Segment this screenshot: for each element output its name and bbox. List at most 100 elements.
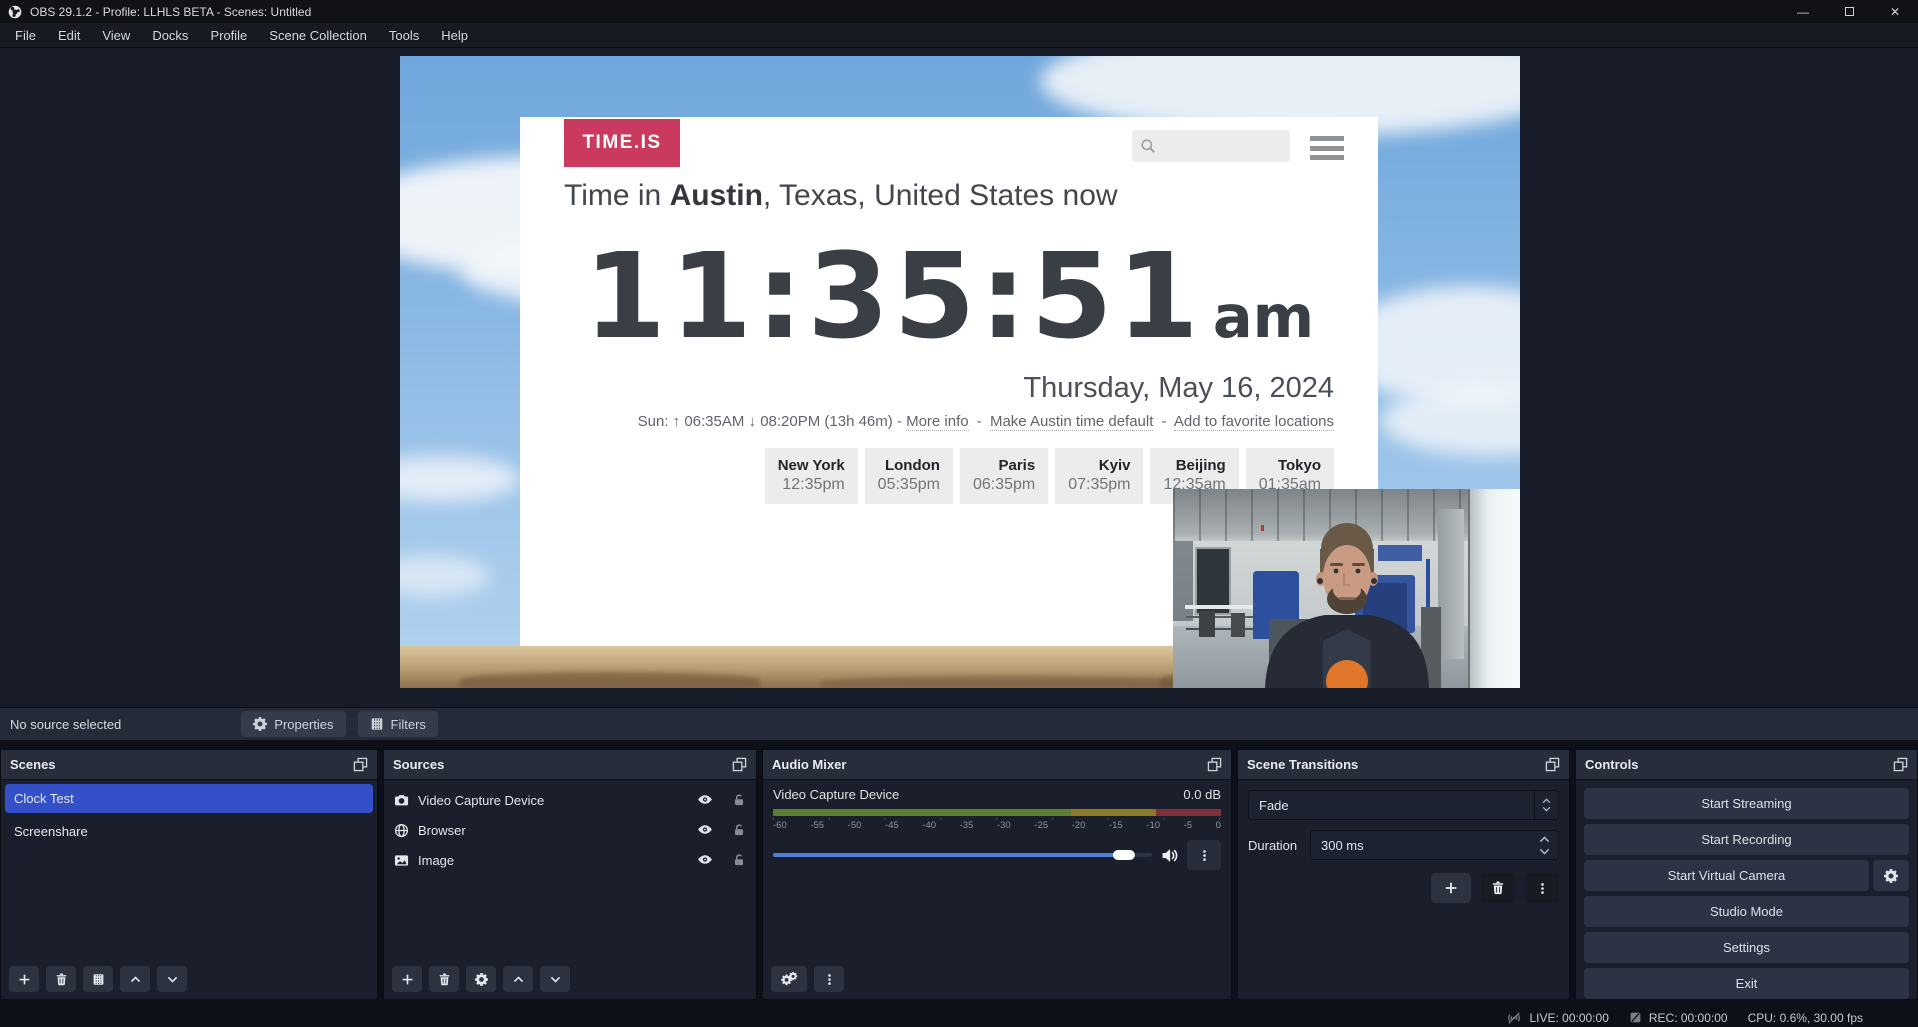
title-bar: OBS 29.1.2 - Profile: LLHLS BETA - Scene…: [0, 0, 1918, 23]
menu-scene-collection[interactable]: Scene Collection: [258, 28, 378, 43]
lock-icon[interactable]: [732, 793, 746, 807]
move-scene-down-button[interactable]: [157, 966, 187, 992]
obs-window: { "window": { "title": "OBS 29.1.2 - Pro…: [0, 0, 1918, 1027]
minimize-button[interactable]: —: [1780, 0, 1826, 23]
timeis-logo: TIME.IS: [564, 119, 680, 167]
sources-toolbar: [384, 965, 756, 999]
popout-icon[interactable]: [1893, 757, 1908, 772]
visibility-eye-icon[interactable]: [697, 853, 713, 867]
advanced-audio-button[interactable]: [771, 966, 807, 992]
popout-icon[interactable]: [1207, 757, 1222, 772]
exit-button[interactable]: Exit: [1584, 968, 1909, 999]
search-icon: [1140, 138, 1156, 154]
menu-help[interactable]: Help: [430, 28, 479, 43]
menu-profile[interactable]: Profile: [199, 28, 258, 43]
add-scene-button[interactable]: [9, 966, 39, 992]
speaker-icon[interactable]: [1161, 847, 1178, 864]
source-item-video-capture[interactable]: Video Capture Device: [384, 785, 756, 815]
record-inactive-icon: [1629, 1011, 1642, 1024]
filter-icon: [370, 717, 384, 731]
window-title: OBS 29.1.2 - Profile: LLHLS BETA - Scene…: [30, 5, 311, 19]
audio-mixer-title: Audio Mixer: [772, 757, 846, 772]
remove-transition-button[interactable]: [1481, 873, 1515, 903]
controls-panel: Controls Start Streaming Start Recording…: [1575, 749, 1918, 1000]
broadcast-inactive-icon: [1506, 1011, 1522, 1025]
menu-edit[interactable]: Edit: [47, 28, 91, 43]
filters-button[interactable]: Filters: [358, 711, 438, 737]
duration-spinbox[interactable]: 300 ms: [1310, 830, 1559, 860]
scene-item-clock-test[interactable]: Clock Test: [5, 784, 373, 813]
mixer-level-db: 0.0 dB: [1183, 787, 1221, 802]
scene-canvas[interactable]: TIME.IS Time in Austin, Texas, United St…: [400, 56, 1520, 688]
source-toolbar: No source selected Properties Filters: [0, 707, 1918, 741]
source-item-image[interactable]: Image: [384, 845, 756, 875]
mixer-toolbar: [763, 965, 1231, 999]
start-recording-button[interactable]: Start Recording: [1584, 824, 1909, 855]
visibility-eye-icon[interactable]: [697, 823, 713, 837]
city-card[interactable]: New York12:35pm: [765, 448, 858, 504]
source-properties-button[interactable]: [466, 966, 496, 992]
mixer-menu-button[interactable]: [814, 966, 844, 992]
remove-scene-button[interactable]: [46, 966, 76, 992]
meter-tick-labels: -60-55-50-45-40-35-30-25-20-15-10-50: [773, 820, 1221, 831]
popout-icon[interactable]: [353, 757, 368, 772]
city-card[interactable]: Kyiv07:35pm: [1055, 448, 1143, 504]
settings-button[interactable]: Settings: [1584, 932, 1909, 963]
source-item-browser[interactable]: Browser: [384, 815, 756, 845]
timeis-clock: 11:35:51am: [520, 227, 1378, 365]
menu-tools[interactable]: Tools: [378, 28, 430, 43]
menu-docks[interactable]: Docks: [141, 28, 199, 43]
transition-select[interactable]: Fade: [1248, 790, 1559, 820]
menu-file[interactable]: File: [4, 28, 47, 43]
menu-view[interactable]: View: [91, 28, 141, 43]
window-controls: — ✕: [1780, 0, 1918, 23]
lock-icon[interactable]: [732, 853, 746, 867]
lock-icon[interactable]: [732, 823, 746, 837]
mixer-channel-menu-button[interactable]: [1187, 840, 1221, 870]
studio-mode-button[interactable]: Studio Mode: [1584, 896, 1909, 927]
move-source-up-button[interactable]: [503, 966, 533, 992]
start-streaming-button[interactable]: Start Streaming: [1584, 788, 1909, 819]
transition-properties-button[interactable]: [1525, 873, 1559, 903]
move-scene-up-button[interactable]: [120, 966, 150, 992]
webcam-overlay[interactable]: [1173, 489, 1520, 688]
gear-icon: [253, 717, 267, 731]
spin-up-icon[interactable]: [1539, 836, 1550, 843]
webcam-person: [1173, 489, 1520, 688]
scene-transitions-panel: Scene Transitions Fade Duration 300 ms: [1237, 749, 1570, 1000]
maximize-button[interactable]: [1826, 0, 1872, 23]
spin-down-icon[interactable]: [1539, 848, 1550, 855]
volume-slider-handle[interactable]: [1113, 850, 1135, 860]
more-info-link[interactable]: More info: [906, 413, 969, 431]
scene-filters-button[interactable]: [83, 966, 113, 992]
cloud-shape: [400, 456, 520, 502]
volume-slider[interactable]: [773, 853, 1152, 857]
dock-panels: Scenes Clock Test Screenshare Sources Vi…: [0, 741, 1918, 1008]
move-source-down-button[interactable]: [540, 966, 570, 992]
scene-item-screenshare[interactable]: Screenshare: [5, 817, 373, 846]
make-default-link[interactable]: Make Austin time default: [990, 413, 1153, 431]
start-virtual-camera-button[interactable]: Start Virtual Camera: [1584, 860, 1869, 891]
visibility-eye-icon[interactable]: [697, 793, 713, 807]
mixer-channel-name: Video Capture Device: [773, 787, 899, 802]
timeis-search-box[interactable]: [1132, 130, 1290, 162]
remove-source-button[interactable]: [429, 966, 459, 992]
city-card[interactable]: London05:35pm: [865, 448, 953, 504]
city-card[interactable]: Paris06:35pm: [960, 448, 1048, 504]
favorite-link[interactable]: Add to favorite locations: [1174, 413, 1334, 431]
add-source-button[interactable]: [392, 966, 422, 992]
virtual-camera-config-button[interactable]: [1873, 860, 1909, 891]
close-button[interactable]: ✕: [1872, 0, 1918, 23]
live-status: LIVE: 00:00:00: [1506, 1011, 1608, 1025]
menu-bar: File Edit View Docks Profile Scene Colle…: [0, 23, 1918, 48]
hamburger-menu-icon[interactable]: [1310, 136, 1344, 160]
timeis-date: Thursday, May 16, 2024: [1023, 372, 1334, 405]
status-bar: LIVE: 00:00:00 REC: 00:00:00 CPU: 0.6%, …: [0, 1008, 1918, 1027]
popout-icon[interactable]: [732, 757, 747, 772]
popout-icon[interactable]: [1545, 757, 1560, 772]
properties-button[interactable]: Properties: [241, 711, 345, 737]
cpu-fps-status: CPU: 0.6%, 30.00 fps: [1748, 1011, 1863, 1025]
timeis-heading: Time in Austin, Texas, United States now: [564, 179, 1118, 213]
preview-area[interactable]: TIME.IS Time in Austin, Texas, United St…: [0, 48, 1918, 707]
add-transition-button[interactable]: [1431, 873, 1471, 903]
